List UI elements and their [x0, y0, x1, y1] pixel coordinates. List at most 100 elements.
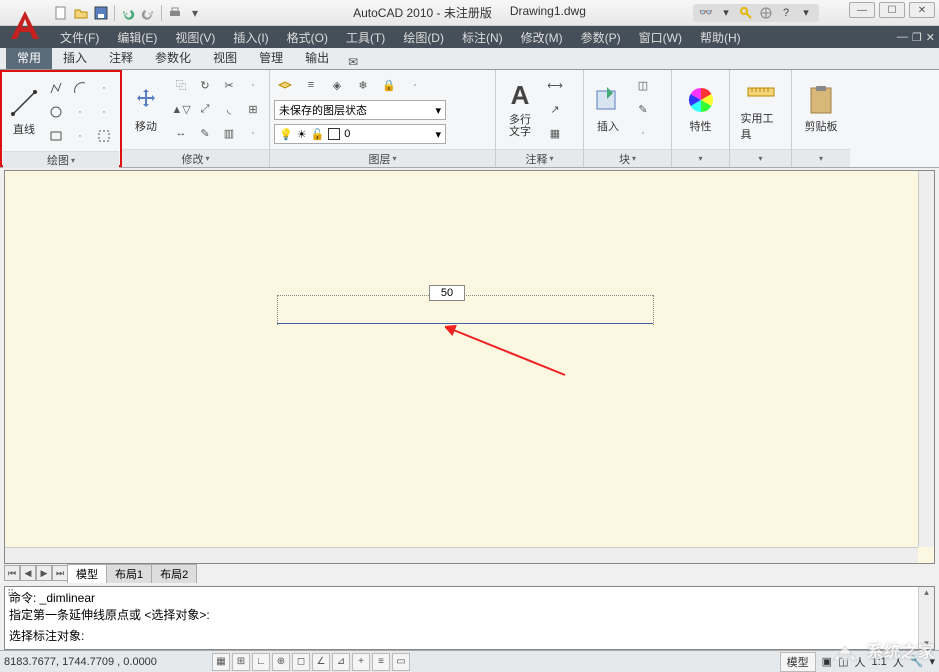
- command-window[interactable]: ⠿ 命令: _dimlinear 指定第一条延伸线原点或 <选择对象>: 选择标…: [4, 586, 935, 650]
- snap-icon[interactable]: ▦: [212, 653, 230, 671]
- menu-format[interactable]: 格式(O): [279, 27, 336, 48]
- edit-attr-icon[interactable]: ·: [632, 122, 654, 144]
- tab-layout2[interactable]: 布局2: [151, 564, 197, 583]
- menu-view[interactable]: 视图(V): [167, 27, 223, 48]
- comm-icon[interactable]: [757, 5, 775, 21]
- doc-restore[interactable]: ❐: [912, 31, 922, 44]
- create-block-icon[interactable]: ◫: [632, 74, 654, 96]
- arc-icon[interactable]: [69, 77, 91, 99]
- rotate-icon[interactable]: ↻: [194, 74, 216, 96]
- panel-utilities-expand[interactable]: ▾: [758, 154, 762, 163]
- region-icon[interactable]: [93, 125, 115, 147]
- panel-layers-expand[interactable]: ▾: [392, 154, 396, 163]
- menu-draw[interactable]: 绘图(D): [395, 27, 452, 48]
- leader-icon[interactable]: ↗: [544, 98, 566, 120]
- app-menu-button[interactable]: [2, 2, 48, 48]
- binoculars-icon[interactable]: 👓: [697, 5, 715, 21]
- grid-icon[interactable]: ⊞: [232, 653, 250, 671]
- layer-lock-icon[interactable]: 🔒: [378, 74, 400, 96]
- panel-modify-expand[interactable]: ▾: [205, 154, 209, 163]
- sheet-first[interactable]: ⏮: [4, 565, 20, 581]
- rectangle-icon[interactable]: [45, 125, 67, 147]
- layer-freeze-icon[interactable]: ❄: [352, 74, 374, 96]
- menu-param[interactable]: 参数(P): [573, 27, 629, 48]
- hatch-icon[interactable]: ·: [93, 101, 115, 123]
- dropdown2-icon[interactable]: ▾: [797, 5, 815, 21]
- menu-help[interactable]: 帮助(H): [692, 27, 749, 48]
- print-icon[interactable]: [166, 4, 184, 22]
- insert-block-button[interactable]: 插入: [588, 74, 628, 144]
- tab-output[interactable]: 输出: [294, 45, 340, 69]
- ortho-icon[interactable]: ∟: [252, 653, 270, 671]
- help-icon[interactable]: ?: [777, 5, 795, 21]
- tab-insert[interactable]: 插入: [52, 45, 98, 69]
- drawing-area[interactable]: 50: [4, 170, 935, 564]
- mirror-icon[interactable]: ▲▽: [170, 98, 192, 120]
- redo-icon[interactable]: [139, 4, 157, 22]
- open-icon[interactable]: [72, 4, 90, 22]
- paste-button[interactable]: 剪贴板: [801, 74, 841, 144]
- osnap-icon[interactable]: ◻: [292, 653, 310, 671]
- measure-button[interactable]: 实用工具: [741, 74, 781, 144]
- move-button[interactable]: 移动: [126, 74, 166, 144]
- menu-file[interactable]: 文件(F): [52, 27, 107, 48]
- dyn-icon[interactable]: +: [352, 653, 370, 671]
- ribbon-extra-icon[interactable]: ✉: [348, 55, 358, 69]
- properties-button[interactable]: 特性: [681, 74, 721, 144]
- menu-dimension[interactable]: 标注(N): [454, 27, 511, 48]
- layer-state-combo[interactable]: 未保存的图层状态 ▾: [274, 100, 446, 120]
- polar-icon[interactable]: ⊕: [272, 653, 290, 671]
- qp-icon[interactable]: ▭: [392, 653, 410, 671]
- offset-icon[interactable]: ·: [242, 122, 264, 144]
- layer-off-icon[interactable]: ·: [404, 74, 426, 96]
- vertical-scrollbar[interactable]: [918, 171, 934, 547]
- explode-icon[interactable]: ▥: [218, 122, 240, 144]
- doc-minimize[interactable]: —: [897, 31, 908, 44]
- doc-close[interactable]: ✕: [926, 31, 935, 44]
- tab-home[interactable]: 常用: [6, 45, 52, 69]
- key-icon[interactable]: [737, 5, 755, 21]
- dimension-icon[interactable]: ⟷: [544, 74, 566, 96]
- menu-tools[interactable]: 工具(T): [338, 27, 393, 48]
- ducs-icon[interactable]: ⊿: [332, 653, 350, 671]
- dropdown-icon[interactable]: ▾: [717, 5, 735, 21]
- ellipse-icon[interactable]: ·: [69, 101, 91, 123]
- array-icon[interactable]: ⊞: [242, 98, 264, 120]
- menu-modify[interactable]: 修改(M): [513, 27, 571, 48]
- menu-insert[interactable]: 插入(I): [225, 27, 276, 48]
- copy-icon[interactable]: ⿻: [170, 74, 192, 96]
- edit-block-icon[interactable]: ✎: [632, 98, 654, 120]
- panel-clipboard-expand[interactable]: ▾: [819, 154, 823, 163]
- menu-edit[interactable]: 编辑(E): [109, 27, 165, 48]
- tab-view[interactable]: 视图: [202, 45, 248, 69]
- model-space-button[interactable]: 模型: [780, 652, 816, 672]
- dimension-text-input[interactable]: 50: [429, 285, 465, 301]
- close-button[interactable]: ✕: [909, 2, 935, 18]
- scale-icon[interactable]: ⤢: [194, 98, 216, 120]
- panel-annotation-expand[interactable]: ▾: [549, 154, 553, 163]
- command-handle[interactable]: ⠿: [7, 589, 19, 600]
- tab-model[interactable]: 模型: [67, 564, 107, 583]
- fillet-icon[interactable]: ◟: [218, 98, 240, 120]
- polygon-icon[interactable]: ·: [69, 125, 91, 147]
- sheet-next[interactable]: ▶: [36, 565, 52, 581]
- minimize-button[interactable]: —: [849, 2, 875, 18]
- layer-states-icon[interactable]: ≡: [300, 74, 322, 96]
- horizontal-scrollbar[interactable]: [5, 547, 918, 563]
- spline-icon[interactable]: ·: [93, 77, 115, 99]
- circle-icon[interactable]: [45, 101, 67, 123]
- save-icon[interactable]: [92, 4, 110, 22]
- stretch-icon[interactable]: ↔: [170, 122, 192, 144]
- tab-manage[interactable]: 管理: [248, 45, 294, 69]
- qat-dropdown-icon[interactable]: ▾: [186, 4, 204, 22]
- undo-icon[interactable]: [119, 4, 137, 22]
- panel-draw-expand[interactable]: ▾: [71, 156, 75, 165]
- line-button[interactable]: 直线: [7, 77, 41, 147]
- new-icon[interactable]: [52, 4, 70, 22]
- layer-prop-icon[interactable]: [274, 74, 296, 96]
- sheet-prev[interactable]: ◀: [20, 565, 36, 581]
- mtext-button[interactable]: A 多行 文字: [500, 74, 540, 144]
- lwt-icon[interactable]: ≡: [372, 653, 390, 671]
- tab-layout1[interactable]: 布局1: [106, 564, 152, 583]
- table-icon[interactable]: ▦: [544, 122, 566, 144]
